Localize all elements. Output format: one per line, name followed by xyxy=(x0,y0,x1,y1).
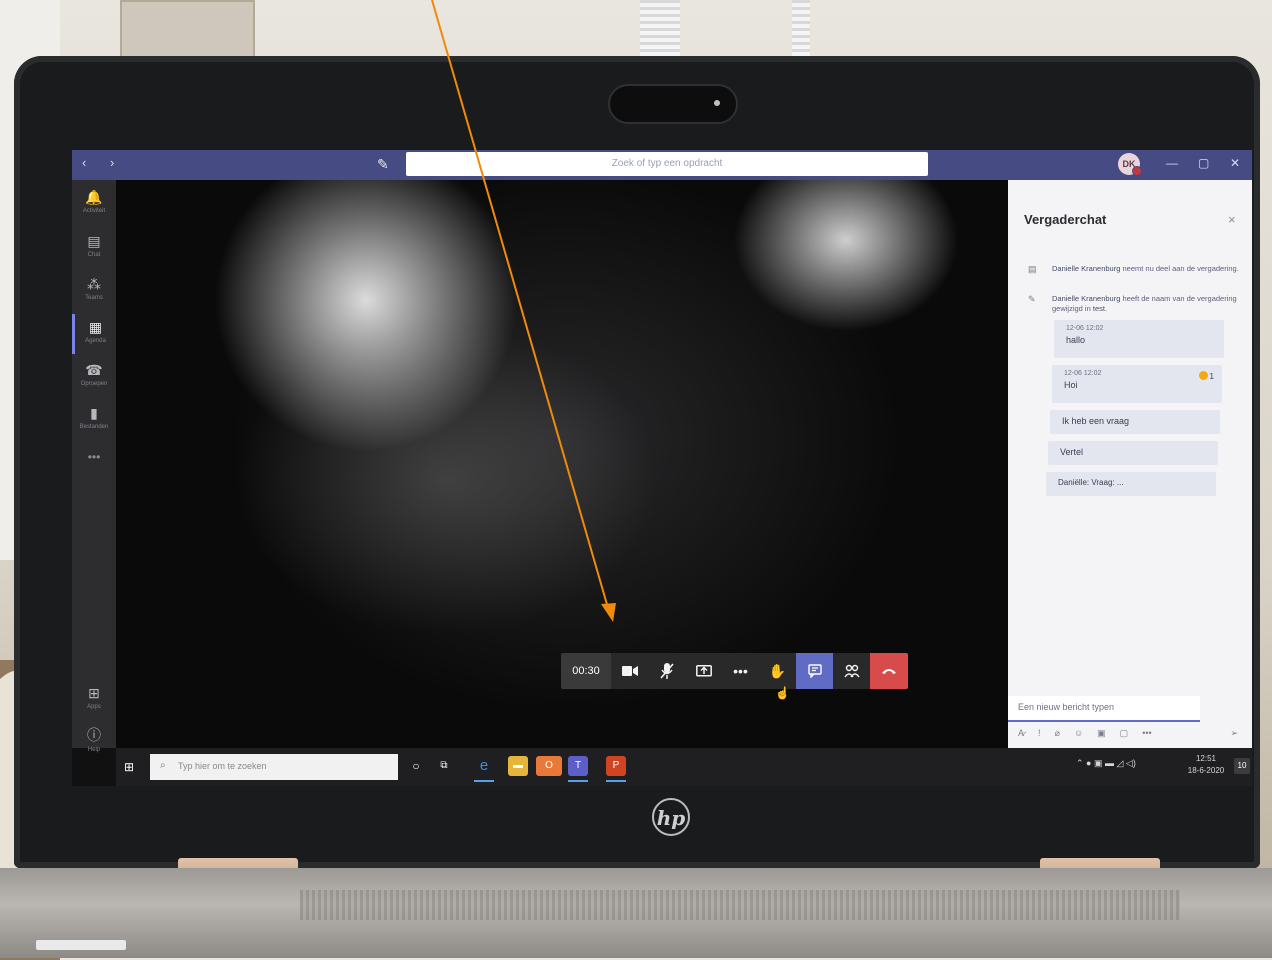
system-message-renamed: ✎ Danielle Kranenburg heeft de naam van … xyxy=(1028,294,1237,313)
call-timer: 00:30 xyxy=(561,653,611,689)
participants-icon xyxy=(843,664,860,678)
share-screen-button[interactable] xyxy=(685,653,722,689)
gif-icon[interactable]: ▣ xyxy=(1097,728,1106,739)
rail-item-calendar[interactable]: ▦ Agenda xyxy=(72,314,116,354)
taskbar-search-input[interactable]: ⌕ Typ hier om te zoeken xyxy=(150,754,398,780)
rail-item-activity[interactable]: 🔔 Activiteit xyxy=(72,184,116,224)
rail-item-help[interactable]: ⓘ Help xyxy=(72,720,116,760)
hp-logo: hp xyxy=(652,798,690,836)
rail-item-files[interactable]: ▮ Bestanden xyxy=(72,400,116,440)
compose-toolbar: A̷ ! ⌀ ☺ ▣ ▢ ••• ➢ xyxy=(1018,728,1248,739)
edge-icon[interactable]: e xyxy=(474,756,494,782)
laptop-power-light xyxy=(36,940,126,950)
rail-item-teams[interactable]: ⁂ Teams xyxy=(72,271,116,311)
rail-item-calls[interactable]: ☎ Oproepen xyxy=(72,357,116,397)
mute-button[interactable] xyxy=(648,653,685,689)
show-conversation-button[interactable] xyxy=(796,653,833,689)
system-tray[interactable]: ⌃ ● ▣ ▬ ◿ ◁) xyxy=(1076,758,1136,769)
laptop-speaker-grille xyxy=(300,890,1180,920)
webcam xyxy=(608,84,738,124)
laptop-screen: ‹ › ✎ Zoek of typ een opdracht DK — ▢ ✕ … xyxy=(72,150,1252,786)
calendar-icon: ▦ xyxy=(88,319,103,335)
emoji-reaction-icon xyxy=(1198,371,1208,380)
emoji-icon[interactable]: ☺ xyxy=(1074,728,1083,739)
chat-icon xyxy=(807,664,822,678)
apps-icon: ⊞ xyxy=(88,685,100,701)
rail-item-chat[interactable]: ▤ Chat xyxy=(72,228,116,268)
meeting-chat-panel: Vergaderchat × ▤ Danielle Kranenburg nee… xyxy=(1008,180,1252,748)
share-screen-icon xyxy=(695,664,712,677)
show-participants-button[interactable] xyxy=(833,653,870,689)
taskbar-clock[interactable]: 12:51 18-6-2020 xyxy=(1176,753,1236,777)
sticker-icon[interactable]: ▢ xyxy=(1120,728,1129,739)
background-window-blinds xyxy=(640,0,680,56)
chat-message[interactable]: 12-06 12:02 Hoi 1 xyxy=(1052,365,1222,403)
chat-message[interactable]: Ik heb een vraag xyxy=(1050,410,1220,434)
teams-titlebar: ‹ › ✎ Zoek of typ een opdracht DK — ▢ ✕ xyxy=(72,150,1252,180)
microphone-off-icon xyxy=(659,663,674,679)
file-explorer-icon[interactable]: ▬ xyxy=(508,756,528,776)
background-picture-frame xyxy=(120,0,255,58)
search-input[interactable]: Zoek of typ een opdracht xyxy=(406,152,928,176)
chat-message[interactable]: Daniëlle: Vraag: ... xyxy=(1046,472,1216,496)
task-view-icon[interactable]: ⧉ xyxy=(434,756,454,776)
outlook-icon[interactable]: O xyxy=(536,756,562,776)
more-actions-button[interactable]: ••• xyxy=(722,653,759,689)
important-icon[interactable]: ! xyxy=(1038,728,1041,739)
compose-icon[interactable]: ✎ xyxy=(377,156,393,172)
more-apps-icon[interactable]: ••• xyxy=(72,450,116,464)
system-message-joined: ▤ Danielle Kranenburg neemt nu deel aan … xyxy=(1028,264,1239,274)
chat-message[interactable]: 12-06 12:02 hallo xyxy=(1054,320,1224,358)
more-icon[interactable]: ••• xyxy=(1142,728,1151,739)
send-icon[interactable]: ➢ xyxy=(1230,728,1238,739)
avatar[interactable]: DK xyxy=(1118,153,1142,176)
chat-icon: ▤ xyxy=(87,233,101,249)
teams-icon: ⁂ xyxy=(87,276,101,292)
chat-message[interactable]: Vertel xyxy=(1048,441,1218,465)
camera-button[interactable] xyxy=(611,653,648,689)
notification-center-icon[interactable]: 10 xyxy=(1234,758,1250,774)
cortana-icon[interactable]: ○ xyxy=(406,756,426,776)
mouse-cursor-icon: ☝ xyxy=(775,686,790,700)
more-icon: ••• xyxy=(733,663,748,679)
maximize-button[interactable]: ▢ xyxy=(1198,156,1209,170)
windows-taskbar: ⊞ ⌕ Typ hier om te zoeken ○ ⧉ e ▬ O T P … xyxy=(116,748,1252,786)
help-icon: ⓘ xyxy=(87,727,101,743)
chat-close-button[interactable]: × xyxy=(1228,212,1236,227)
reaction-badge[interactable]: 1 xyxy=(1198,371,1214,381)
format-icon[interactable]: A̷ xyxy=(1018,728,1024,739)
background-window-blinds-right xyxy=(792,0,810,56)
join-icon: ▤ xyxy=(1028,264,1037,274)
phone-icon: ☎ xyxy=(85,362,103,378)
raise-hand-button[interactable]: ✋ xyxy=(759,653,796,689)
files-icon: ▮ xyxy=(90,405,98,421)
meeting-video-stage: 00:30 ••• ✋ ☝ xyxy=(116,180,1008,748)
new-message-input[interactable]: Een nieuw bericht typen xyxy=(1008,696,1200,722)
powerpoint-icon[interactable]: P xyxy=(606,756,626,782)
pencil-icon: ✎ xyxy=(1028,294,1036,304)
presence-busy-icon xyxy=(1132,166,1142,176)
camera-icon xyxy=(621,666,638,676)
minimize-button[interactable]: — xyxy=(1166,156,1178,170)
windows-start-icon[interactable]: ⊞ xyxy=(124,760,138,774)
call-controls-bar: 00:30 ••• ✋ xyxy=(561,653,908,689)
hang-up-icon xyxy=(882,669,896,674)
back-forward-icon[interactable]: ‹ › xyxy=(82,155,124,170)
teams-icon[interactable]: T xyxy=(568,756,588,782)
close-button[interactable]: ✕ xyxy=(1230,156,1240,170)
hang-up-button[interactable] xyxy=(870,653,908,689)
search-icon: ⌕ xyxy=(160,760,166,771)
app-rail: 🔔 Activiteit ▤ Chat ⁂ Teams ▦ Agenda ☎ O… xyxy=(72,180,116,753)
rail-item-apps[interactable]: ⊞ Apps xyxy=(72,680,116,720)
chat-title: Vergaderchat xyxy=(1024,212,1107,227)
hand-icon: ✋ xyxy=(768,662,787,679)
bell-icon: 🔔 xyxy=(85,189,103,205)
attach-icon[interactable]: ⌀ xyxy=(1055,728,1060,739)
